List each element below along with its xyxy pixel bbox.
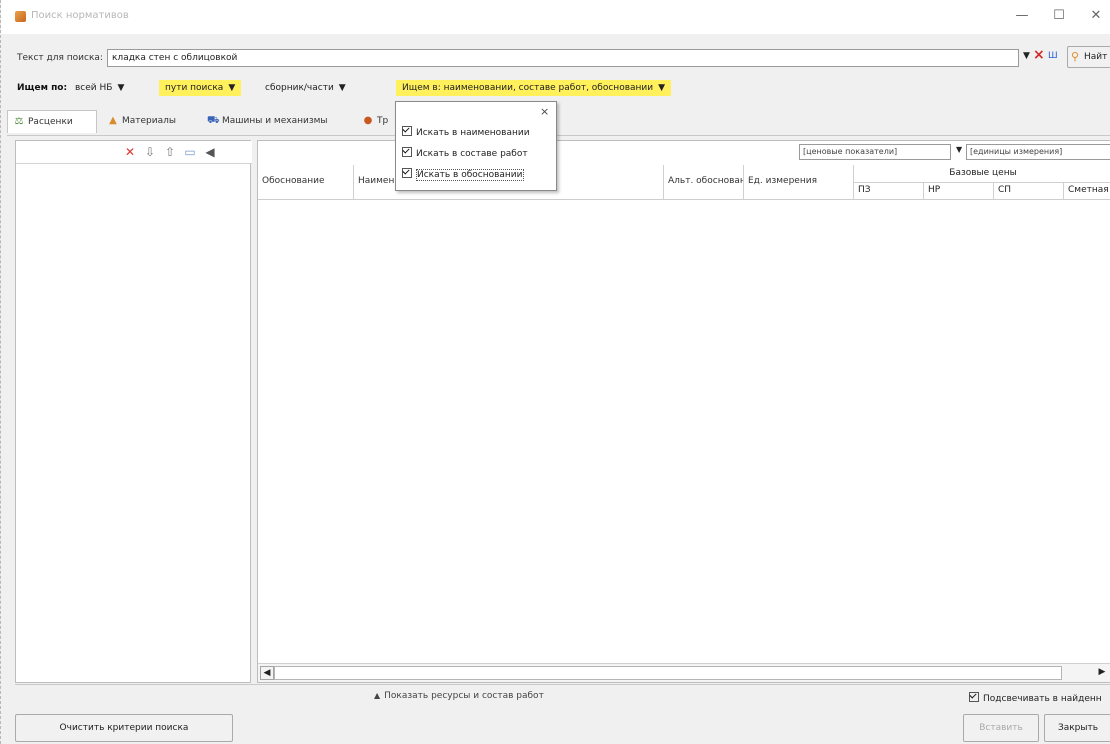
units-value: [единицы измерения] [970, 147, 1063, 156]
app-icon [15, 11, 26, 22]
clear-criteria-button[interactable]: Очистить критерии поиска [15, 714, 233, 742]
grid-header: Обоснование Наимен Альт. обоснование Ед.… [258, 165, 1110, 200]
rates-icon: ⚖ [14, 116, 24, 127]
window-icon[interactable]: ▭ [182, 144, 198, 160]
close-window-button[interactable]: ✕ [1079, 4, 1110, 28]
checkbox-checked-icon [402, 126, 412, 136]
chevron-down-icon: ▼ [338, 83, 346, 93]
search-in-name-label: Искать в наименовании [416, 128, 530, 138]
tab-bar: ⚖ Расценки ▲ Материалы ⛟ Машины и механи… [7, 108, 1110, 136]
checkbox-checked-icon [402, 147, 412, 157]
show-resources-link[interactable]: ▲ Показать ресурсы и состав работ [374, 691, 544, 701]
price-indicators-select[interactable]: [ценовые показатели] [799, 144, 951, 160]
price-indicators-value: [ценовые показатели] [803, 147, 898, 156]
chevron-down-icon[interactable]: ▼ [956, 145, 962, 154]
tab-machines[interactable]: ⛟ Машины и механизмы [202, 110, 352, 133]
scroll-right-icon[interactable]: ▶ [1096, 666, 1108, 678]
show-resources-label: Показать ресурсы и состав работ [384, 691, 544, 701]
collection-dropdown-value: сборник/части [265, 83, 334, 93]
title-bar: Поиск нормативов — ☐ ✕ [1, 0, 1110, 34]
search-in-work-label: Искать в составе работ [416, 149, 528, 159]
tab-materials[interactable]: ▲ Материалы [102, 110, 197, 133]
paths-dropdown-value: пути поиска [165, 83, 224, 93]
status-bar: ▲ Показать ресурсы и состав работ Подсвеч… [15, 684, 1110, 709]
col-basis-label: Обоснование [262, 176, 325, 186]
tab-rates[interactable]: ⚖ Расценки [7, 110, 97, 133]
horizontal-scrollbar[interactable]: ◀ ▶ [258, 663, 1110, 682]
popup-close-icon[interactable]: × [540, 105, 549, 118]
collection-dropdown[interactable]: сборник/части ▼ [259, 80, 352, 96]
search-in-name-option[interactable]: Искать в наименовании [402, 124, 530, 142]
checkbox-checked-icon [402, 168, 412, 178]
col-unit[interactable]: Ед. измерения [744, 165, 854, 199]
chevron-down-icon: ▼ [117, 83, 125, 93]
col-name-label: Наимен [358, 176, 395, 186]
triangle-up-icon: ▲ [374, 691, 381, 700]
col-sp[interactable]: СП [994, 182, 1064, 199]
collapse-icon[interactable]: ◀ [202, 144, 218, 160]
col-alt-basis[interactable]: Альт. обоснование [664, 165, 744, 199]
tab-machines-label: Машины и механизмы [222, 116, 328, 126]
search-in-work-option[interactable]: Искать в составе работ [402, 145, 528, 163]
col-pz[interactable]: ПЗ [854, 182, 924, 199]
tab-labor-label: Тр [377, 116, 389, 126]
find-button[interactable]: ⚲ Найт [1067, 46, 1110, 68]
results-grid[interactable]: [ценовые показатели] ▼ [единицы измерени… [257, 140, 1110, 683]
col-nr[interactable]: НР [924, 182, 994, 199]
search-in-popup: × Искать в наименовании Искать в составе… [395, 101, 557, 191]
search-in-basis-option[interactable]: Искать в обосновании [402, 166, 524, 184]
chevron-down-icon: ▼ [228, 83, 236, 93]
tree-toolbar: ✕ ⇩ ⇧ ▭ ◀ [16, 141, 252, 164]
search-label: Текст для поиска: [17, 53, 103, 63]
delete-icon[interactable]: ✕ [122, 144, 138, 160]
filter-row: Ищем по: всей НБ ▼ пути поиска ▼ сборник/ч… [1, 75, 1110, 103]
units-select[interactable]: [единицы измерения] [966, 144, 1110, 160]
col-estimate[interactable]: Сметная [1064, 182, 1110, 199]
insert-button[interactable]: Вставить [963, 714, 1039, 742]
arrow-down-icon[interactable]: ⇩ [142, 144, 158, 160]
search-in-dropdown-value: Ищем в: наименовании, составе работ, обо… [402, 83, 654, 93]
search-mode-icon[interactable]: Ш [1048, 51, 1058, 61]
search-input-value: кладка стен с облицовкой [112, 53, 238, 63]
search-in-dropdown[interactable]: Ищем в: наименовании, составе работ, обо… [396, 80, 672, 96]
col-unit-label: Ед. измерения [748, 176, 817, 186]
find-button-label: Найт [1084, 52, 1108, 62]
search-row: Текст для поиска: кладка стен с облицовк… [1, 46, 1110, 72]
close-button[interactable]: Закрыть [1044, 714, 1110, 742]
col-basis[interactable]: Обоснование [258, 165, 354, 199]
paths-dropdown[interactable]: пути поиска ▼ [159, 80, 242, 96]
search-window: Поиск нормативов — ☐ ✕ Текст для поиска:… [0, 0, 1110, 744]
magnifier-icon: ⚲ [1071, 50, 1080, 63]
base-dropdown-value: всей НБ [75, 83, 113, 93]
search-input[interactable]: кладка стен с облицовкой [107, 49, 1019, 67]
tree-panel[interactable]: ✕ ⇩ ⇧ ▭ ◀ [15, 140, 252, 683]
window-title: Поиск нормативов [31, 10, 129, 21]
clear-search-icon[interactable]: × [1033, 47, 1045, 63]
tab-rates-label: Расценки [28, 117, 73, 127]
labor-icon: ● [363, 115, 373, 126]
base-dropdown[interactable]: всей НБ ▼ [69, 80, 130, 96]
col-alt-basis-label: Альт. обоснование [668, 176, 743, 186]
filter-label: Ищем по: [17, 83, 68, 93]
col-base-prices: Базовые цены [854, 165, 1110, 183]
checkbox-checked-icon [969, 692, 979, 702]
maximize-button[interactable]: ☐ [1042, 4, 1076, 28]
tab-materials-label: Материалы [122, 116, 176, 126]
search-dropdown-icon[interactable]: ▼ [1023, 51, 1030, 61]
highlight-checkbox[interactable]: Подсвечивать в найденн [969, 691, 1102, 704]
chevron-down-icon: ▼ [658, 83, 666, 93]
scroll-left-icon[interactable]: ◀ [260, 666, 274, 680]
minimize-button[interactable]: — [1005, 4, 1039, 28]
bottom-buttons: Очистить критерии поиска Вставить Закрыт… [1, 708, 1110, 744]
materials-icon: ▲ [109, 115, 117, 126]
highlight-label: Подсвечивать в найденн [983, 694, 1102, 704]
scroll-thumb[interactable] [274, 666, 1062, 680]
arrow-up-icon[interactable]: ⇧ [162, 144, 178, 160]
search-in-basis-label: Искать в обосновании [416, 169, 524, 181]
machine-icon: ⛟ [207, 115, 220, 126]
